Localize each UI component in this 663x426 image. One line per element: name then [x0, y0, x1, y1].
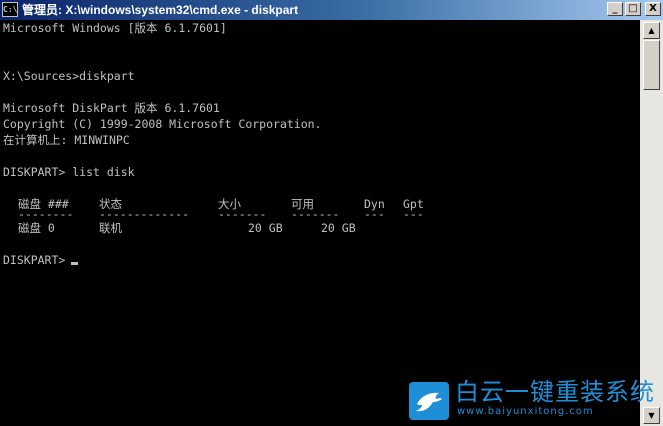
console-line: 在计算机上: MINWINPC: [3, 133, 130, 147]
maximize-button[interactable]: □: [625, 2, 641, 16]
window-controls: _ □ X: [607, 2, 661, 18]
console-line: Microsoft Windows [版本 6.1.7601]: [3, 21, 227, 35]
command-prompt-line[interactable]: DISKPART>: [0, 252, 640, 268]
table-row: 磁盘 0 联机 20 GB 20 GB: [0, 220, 640, 236]
scroll-up-button[interactable]: ▲: [643, 22, 660, 39]
disk-status-cell: 联机: [99, 221, 122, 235]
console-line: Copyright (C) 1999-2008 Microsoft Corpor…: [3, 117, 322, 131]
disk-size-cell: 20 GB: [248, 221, 283, 235]
cmd-app-icon[interactable]: C:\: [2, 2, 18, 17]
bird-logo-icon: [409, 382, 449, 420]
minimize-button[interactable]: _: [607, 2, 623, 16]
vertical-scrollbar[interactable]: ▲ ▼: [640, 20, 663, 426]
console-output[interactable]: Microsoft Windows [版本 6.1.7601] X:\Sourc…: [0, 20, 640, 426]
console-line: DISKPART> list disk: [3, 165, 135, 179]
text-cursor: [71, 262, 79, 265]
console-line: X:\Sources>diskpart: [3, 69, 135, 83]
console-line: Microsoft DiskPart 版本 6.1.7601: [3, 101, 220, 115]
scrollbar-thumb[interactable]: [643, 40, 660, 90]
window-title: 管理员: X:\windows\system32\cmd.exe - diskp…: [22, 3, 299, 17]
disk-free-cell: 20 GB: [321, 221, 356, 235]
title-bar[interactable]: C:\ 管理员: X:\windows\system32\cmd.exe - d…: [0, 0, 663, 20]
watermark: 白云一键重装系统 www.baiyunxitong.com: [407, 378, 655, 422]
cmd-window: C:\ 管理员: X:\windows\system32\cmd.exe - d…: [0, 0, 663, 426]
watermark-url: www.baiyunxitong.com: [457, 406, 594, 417]
close-button[interactable]: X: [645, 2, 661, 16]
watermark-title: 白云一键重装系统: [455, 378, 655, 406]
disk-name-cell: 磁盘 0: [18, 221, 55, 235]
